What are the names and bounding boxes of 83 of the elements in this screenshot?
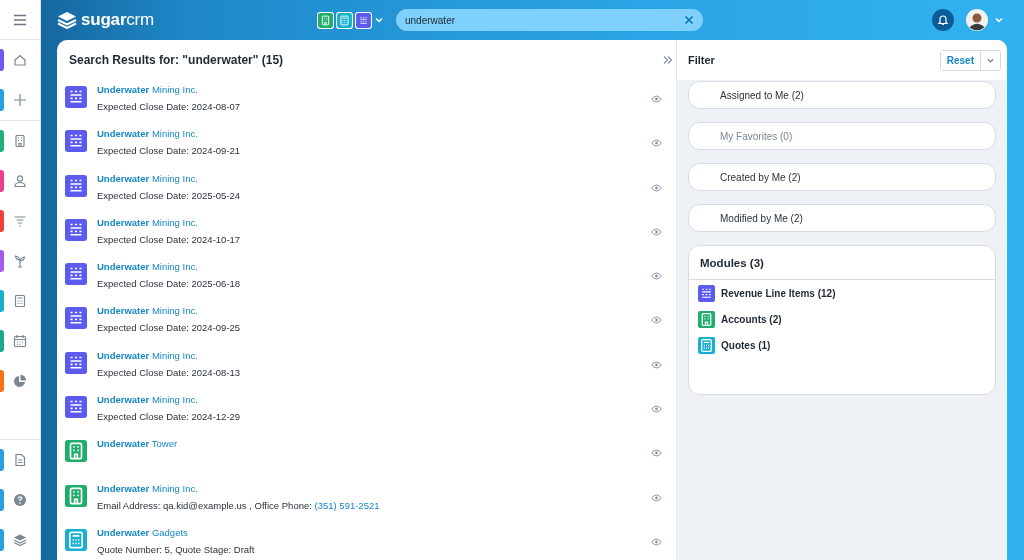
avatar-icon[interactable] — [966, 9, 988, 31]
caret-icon[interactable] — [374, 15, 384, 25]
record-link[interactable]: Underwater Mining Inc. — [97, 305, 198, 317]
module-shortcut-icon[interactable] — [317, 11, 334, 29]
module-filter-item[interactable]: Quotes (1) — [721, 340, 771, 351]
record-details: Quote Number: 5, Quote Stage: Draft — [97, 543, 255, 555]
record-grid-icon — [65, 396, 87, 419]
module-building-icon — [698, 311, 715, 328]
pie-chart-icon[interactable] — [12, 373, 28, 389]
record-grid-icon — [65, 263, 87, 286]
modules-title: Modules (3) — [689, 246, 995, 280]
record-details: Expected Close Date: 2024-10-17 — [97, 233, 241, 245]
module-shortcut-icon[interactable] — [336, 11, 353, 29]
menu-icon[interactable] — [13, 13, 27, 26]
record-details: Expected Close Date: 2024-08-13 — [97, 366, 241, 378]
record-link[interactable]: Underwater Mining Inc. — [97, 261, 198, 273]
module-grid-icon — [698, 285, 715, 302]
calculator-icon[interactable] — [12, 293, 28, 309]
filter-title: Filter — [688, 54, 715, 66]
reset-button[interactable]: Reset — [940, 50, 981, 70]
module-calculator-icon — [698, 337, 715, 354]
record-details: Expected Close Date: 2024-08-07 — [97, 101, 241, 112]
record-link[interactable]: Underwater Gadgets — [97, 526, 188, 538]
layers-icon[interactable] — [12, 532, 28, 548]
module-filter-item[interactable]: Accounts (2) — [721, 314, 782, 325]
filter-option[interactable]: Modified by Me (2) — [688, 204, 996, 232]
help-icon[interactable] — [12, 492, 28, 508]
record-details: Expected Close Date: 2024-09-21 — [97, 145, 241, 157]
preview-eye-icon[interactable] — [651, 272, 662, 281]
caret-icon[interactable] — [994, 15, 1004, 25]
logo-icon — [57, 11, 77, 29]
record-grid-icon — [65, 307, 87, 330]
record-link[interactable]: Underwater Mining Inc. — [97, 216, 198, 228]
preview-eye-icon[interactable] — [651, 227, 662, 236]
preview-eye-icon[interactable] — [651, 449, 662, 458]
record-link[interactable]: Underwater Mining Inc. — [97, 172, 198, 184]
preview-eye-icon[interactable] — [651, 493, 662, 502]
record-building-icon — [65, 484, 87, 507]
document-icon[interactable] — [12, 452, 28, 468]
filter-option[interactable]: Assigned to Me (2) — [688, 81, 996, 109]
filter-option[interactable]: Created by Me (2) — [688, 163, 996, 191]
record-link[interactable]: Underwater Mining Inc. — [97, 84, 198, 95]
results-title: Search Results for: "underwater" (15) — [69, 53, 284, 67]
preview-eye-icon[interactable] — [651, 139, 662, 148]
home-icon[interactable] — [12, 52, 28, 68]
record-details: Expected Close Date: 2025-06-18 — [97, 278, 241, 290]
person-icon[interactable] — [12, 173, 28, 189]
plant-icon[interactable] — [12, 253, 28, 269]
record-link[interactable]: Underwater Mining Inc. — [97, 482, 198, 494]
preview-eye-icon[interactable] — [651, 183, 662, 192]
logo-wordmark: sugarcrm — [81, 10, 155, 30]
preview-eye-icon[interactable] — [651, 316, 662, 325]
record-link[interactable]: Underwater Mining Inc. — [97, 394, 198, 406]
record-calculator-icon — [65, 528, 87, 551]
record-details: Expected Close Date: 2024-12-29 — [97, 411, 241, 423]
record-grid-icon — [65, 351, 87, 374]
preview-eye-icon[interactable] — [651, 360, 662, 369]
record-link[interactable]: Underwater Tower — [97, 438, 178, 450]
module-filter-item[interactable]: Revenue Line Items (12) — [721, 288, 836, 299]
record-details: Expected Close Date: 2024-09-25 — [97, 322, 241, 334]
phone-link[interactable]: (351) 591-2521 — [314, 499, 380, 511]
calendar-icon[interactable] — [12, 333, 28, 349]
record-link[interactable]: Underwater Mining Inc. — [97, 128, 198, 140]
preview-eye-icon[interactable] — [651, 537, 662, 546]
building-icon[interactable] — [12, 133, 28, 149]
record-link[interactable]: Underwater Mining Inc. — [97, 349, 198, 361]
record-grid-icon — [65, 174, 87, 197]
funnel-icon[interactable] — [12, 213, 28, 229]
record-grid-icon — [65, 218, 87, 241]
record-details: Expected Close Date: 2025-05-24 — [97, 189, 241, 201]
preview-eye-icon[interactable] — [651, 95, 662, 103]
module-shortcut-icon[interactable] — [355, 11, 372, 29]
clear-icon[interactable] — [684, 15, 694, 25]
record-grid-icon — [65, 130, 87, 153]
bell-icon[interactable] — [937, 14, 949, 26]
record-building-icon — [65, 440, 87, 463]
preview-eye-icon[interactable] — [651, 405, 662, 414]
collapse-icon[interactable] — [663, 55, 673, 65]
plus-icon[interactable] — [12, 92, 28, 108]
notifications-button[interactable] — [932, 9, 954, 31]
search-field[interactable]: underwater — [396, 9, 703, 31]
record-grid-icon — [65, 86, 87, 108]
record-details: Email Address: qa.kid@example.us , Office Phone: (351) 591-2521 — [97, 499, 380, 511]
